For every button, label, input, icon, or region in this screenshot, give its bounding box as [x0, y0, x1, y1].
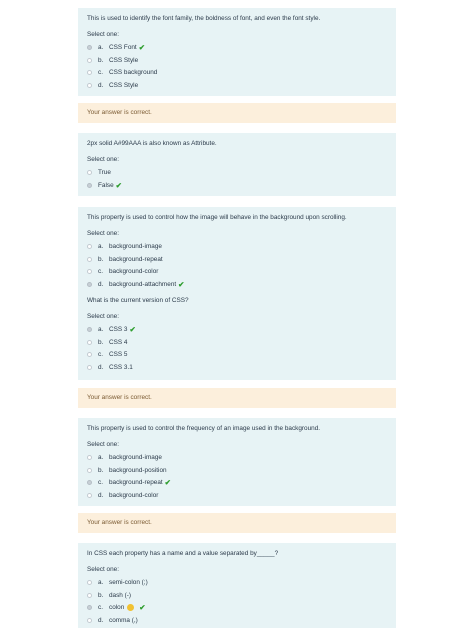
check-icon: ✔: [164, 478, 171, 488]
radio-button[interactable]: [87, 243, 92, 249]
option-a[interactable]: a. background-image: [87, 240, 387, 253]
question-4: What is the current version of CSS? Sele…: [78, 292, 396, 380]
radio-button[interactable]: [87, 182, 92, 188]
feedback-2: Your answer is correct.: [78, 388, 396, 408]
radio-button[interactable]: [87, 44, 92, 50]
radio-button[interactable]: [87, 57, 92, 63]
radio-button[interactable]: [87, 592, 92, 598]
question-text: In CSS each property has a name and a va…: [87, 550, 279, 557]
check-icon: ✔: [138, 42, 146, 52]
option-c[interactable]: c. background-color: [87, 266, 387, 279]
radio-button[interactable]: [87, 83, 92, 89]
question-6: In CSS each property has a name and a va…: [78, 543, 396, 628]
radio-button[interactable]: [87, 352, 92, 358]
check-icon: ✔: [115, 180, 122, 190]
option-a[interactable]: a. CSS Font ✔: [87, 41, 387, 54]
feedback-3: Your answer is correct.: [78, 513, 396, 533]
radio-button[interactable]: [87, 605, 92, 611]
option-a[interactable]: a. background-image: [87, 451, 387, 464]
option-true[interactable]: True: [87, 166, 387, 179]
select-one-label: Select one:: [87, 230, 119, 237]
option-b[interactable]: b. dash (-): [87, 589, 387, 602]
feedback-1: Your answer is correct.: [78, 103, 396, 123]
option-d[interactable]: d. CSS Style: [87, 79, 387, 92]
question-2: 2px solid A#99AAA is also known as Attri…: [78, 133, 396, 196]
radio-button[interactable]: [87, 365, 92, 371]
option-d[interactable]: d. background-attachment ✔: [87, 278, 387, 291]
select-one-label: Select one:: [87, 566, 119, 573]
option-c[interactable]: c. colon ✔: [87, 602, 387, 615]
check-icon: ✔: [129, 324, 136, 334]
option-b[interactable]: b. CSS 4: [87, 336, 387, 349]
radio-button[interactable]: [87, 169, 92, 175]
question-3: This property is used to control how the…: [78, 207, 396, 292]
option-d[interactable]: d. CSS 3.1: [87, 361, 387, 374]
check-icon: ✔: [178, 280, 185, 290]
option-b[interactable]: b. CSS Style: [87, 54, 387, 67]
select-one-label: Select one:: [87, 313, 119, 320]
question-text: What is the current version of CSS?: [87, 297, 189, 304]
radio-button[interactable]: [87, 480, 92, 486]
radio-button[interactable]: [87, 256, 92, 262]
radio-button[interactable]: [87, 339, 92, 345]
radio-button[interactable]: [87, 467, 92, 473]
radio-button[interactable]: [87, 454, 92, 460]
radio-button[interactable]: [87, 70, 92, 76]
question-text: This property is used to control the fre…: [87, 425, 321, 432]
smiley-icon: [127, 604, 135, 612]
select-one-label: Select one:: [87, 441, 119, 448]
question-1: This is used to identify the font family…: [78, 8, 396, 96]
option-c[interactable]: c. background-repeat ✔: [87, 477, 387, 490]
radio-button[interactable]: [87, 618, 92, 624]
option-c[interactable]: c. CSS background: [87, 67, 387, 80]
select-one-label: Select one:: [87, 156, 119, 163]
option-b[interactable]: b. background-repeat: [87, 253, 387, 266]
option-b[interactable]: b. background-position: [87, 464, 387, 477]
radio-button[interactable]: [87, 269, 92, 275]
radio-button[interactable]: [87, 579, 92, 585]
option-c[interactable]: c. CSS 5: [87, 349, 387, 362]
select-one-label: Select one:: [87, 31, 119, 38]
question-text: 2px solid A#99AAA is also known as Attri…: [87, 140, 217, 147]
option-d[interactable]: d. background-color: [87, 489, 387, 502]
radio-button[interactable]: [87, 282, 92, 288]
option-a[interactable]: a. CSS 3 ✔: [87, 323, 387, 336]
check-icon: ✔: [139, 603, 146, 613]
radio-button[interactable]: [87, 493, 92, 499]
option-false[interactable]: False ✔: [87, 179, 387, 192]
question-text: This is used to identify the font family…: [87, 15, 321, 22]
option-a[interactable]: a. semi-colon (;): [87, 576, 387, 589]
question-5: This property is used to control the fre…: [78, 418, 396, 506]
radio-button[interactable]: [87, 326, 92, 332]
question-text: This property is used to control how the…: [87, 214, 347, 221]
option-d[interactable]: d. comma (,): [87, 614, 387, 627]
